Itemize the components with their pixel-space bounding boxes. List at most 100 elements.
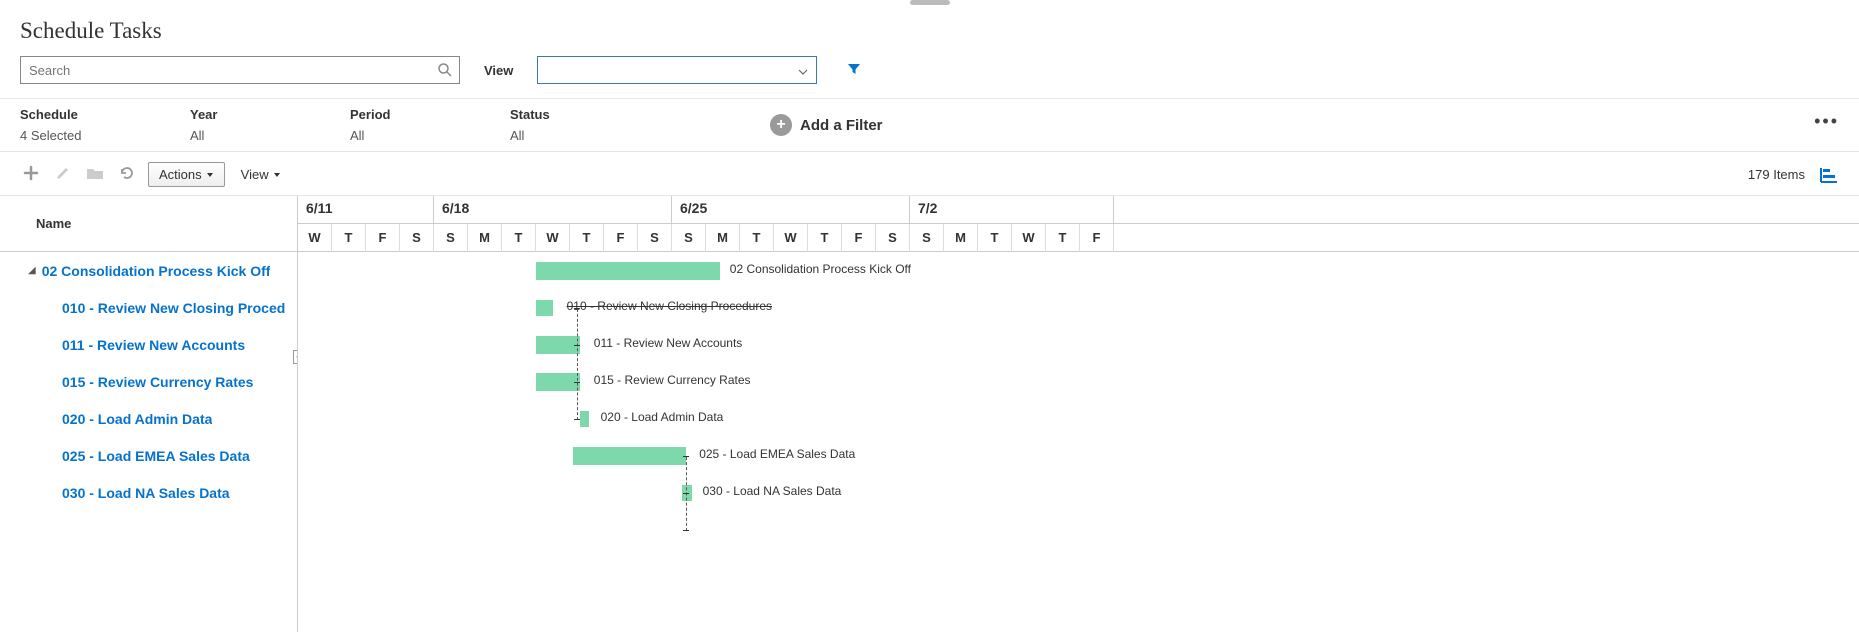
task-tree-row[interactable]: ◢ 02 Consolidation Process Kick Off — [0, 252, 297, 289]
task-link[interactable]: 011 - Review New Accounts — [62, 337, 245, 353]
filter-year-value: All — [190, 128, 310, 143]
week-header-cell: 6/18 — [434, 196, 672, 223]
gantt-row: 025 - Load EMEA Sales Data — [298, 437, 1859, 474]
task-link[interactable]: 020 - Load Admin Data — [62, 411, 212, 427]
gantt-row: 020 - Load Admin Data — [298, 400, 1859, 437]
gantt-panel: 6/116/186/257/2 WTFSSMTWTFSSMTWTFSSMTWTF… — [298, 196, 1859, 632]
view-menu-button[interactable]: View — [235, 163, 287, 186]
filter-schedule-label: Schedule — [20, 107, 150, 122]
more-menu-icon[interactable]: ••• — [1814, 111, 1839, 132]
view-select[interactable] — [537, 56, 817, 84]
day-header-cell: S — [910, 224, 944, 252]
day-header-cell: S — [434, 224, 468, 252]
dependency-tick — [683, 530, 689, 531]
filter-icon[interactable] — [847, 62, 861, 79]
refresh-icon[interactable] — [116, 165, 138, 184]
filter-schedule-value: 4 Selected — [20, 128, 150, 143]
day-header-cell: T — [570, 224, 604, 252]
items-count: 179 Items — [1748, 167, 1805, 182]
task-link[interactable]: 015 - Review Currency Rates — [62, 374, 253, 390]
dependency-line — [686, 457, 687, 531]
day-header-cell: T — [740, 224, 774, 252]
task-tree-panel: Name ◢ 02 Consolidation Process Kick Off 0… — [0, 196, 298, 632]
gantt-bar-label: 010 - Review New Closing Procedures — [567, 299, 772, 313]
add-filter-label: Add a Filter — [800, 117, 883, 134]
filter-schedule[interactable]: Schedule 4 Selected — [20, 107, 190, 143]
dependency-tick — [683, 493, 689, 494]
search-input[interactable] — [21, 57, 459, 83]
gantt-row: 02 Consolidation Process Kick Off — [298, 252, 1859, 289]
day-header-cell: F — [604, 224, 638, 252]
gantt-row: 030 - Load NA Sales Data — [298, 474, 1859, 511]
dependency-line — [577, 309, 578, 420]
task-tree-row[interactable]: 010 - Review New Closing Proced — [0, 289, 297, 326]
dependency-tick — [683, 456, 689, 457]
filter-period-label: Period — [350, 107, 470, 122]
page-title: Schedule Tasks — [20, 18, 1859, 44]
add-filter-button[interactable]: + Add a Filter — [770, 114, 883, 136]
filter-status-value: All — [510, 128, 610, 143]
task-tree-row[interactable]: 020 - Load Admin Data — [0, 400, 297, 437]
gantt-bar-label: 015 - Review Currency Rates — [594, 373, 751, 387]
day-header-cell: F — [842, 224, 876, 252]
gantt-bar[interactable] — [536, 262, 720, 280]
actions-menu-button[interactable]: Actions — [148, 162, 225, 187]
edit-icon[interactable] — [52, 165, 74, 184]
dependency-tick — [574, 419, 580, 420]
filter-status[interactable]: Status All — [510, 107, 650, 143]
view-label: View — [484, 63, 513, 78]
task-tree-row[interactable]: 011 - Review New Accounts — [0, 326, 297, 363]
day-header-cell: T — [808, 224, 842, 252]
caret-down-icon — [273, 167, 281, 182]
task-tree-row[interactable]: 030 - Load NA Sales Data — [0, 474, 297, 511]
day-header-cell: W — [774, 224, 808, 252]
filter-period[interactable]: Period All — [350, 107, 510, 143]
day-header-cell: S — [876, 224, 910, 252]
folder-icon[interactable] — [84, 166, 106, 183]
day-header-cell: S — [672, 224, 706, 252]
view-menu-label: View — [241, 167, 269, 182]
filter-period-value: All — [350, 128, 470, 143]
gantt-bar-label: 025 - Load EMEA Sales Data — [699, 447, 855, 461]
add-icon[interactable] — [20, 165, 42, 184]
task-link[interactable]: 025 - Load EMEA Sales Data — [62, 448, 250, 464]
day-header-cell: S — [638, 224, 672, 252]
day-header-cell: T — [332, 224, 366, 252]
search-field-wrap[interactable] — [20, 56, 460, 84]
week-header-cell: 7/2 — [910, 196, 1114, 223]
filters-bar: Schedule 4 Selected Year All Period All … — [0, 98, 1859, 152]
expand-icon[interactable]: ◢ — [28, 265, 36, 276]
dependency-tick — [574, 308, 580, 309]
day-header-cell: T — [978, 224, 1012, 252]
task-link[interactable]: 030 - Load NA Sales Data — [62, 485, 230, 501]
gantt-row: 011 - Review New Accounts — [298, 326, 1859, 363]
gantt-bar[interactable] — [580, 411, 589, 427]
day-header-cell: W — [298, 224, 332, 252]
gantt-bar[interactable] — [536, 300, 553, 316]
task-tree-row[interactable]: 015 - Review Currency Rates — [0, 363, 297, 400]
task-link[interactable]: 02 Consolidation Process Kick Off — [42, 263, 271, 279]
task-link[interactable]: 010 - Review New Closing Proced — [62, 300, 285, 316]
day-header-cell: F — [366, 224, 400, 252]
day-header-cell: M — [944, 224, 978, 252]
day-header-cell: M — [706, 224, 740, 252]
actions-label: Actions — [159, 167, 202, 182]
gantt-bar-label: 011 - Review New Accounts — [594, 336, 743, 350]
filter-year[interactable]: Year All — [190, 107, 350, 143]
week-header-cell: 6/25 — [672, 196, 910, 223]
drag-handle[interactable] — [910, 0, 950, 5]
gantt-view-icon[interactable] — [1819, 166, 1839, 184]
gantt-row: 010 - Review New Closing Procedures — [298, 289, 1859, 326]
gantt-bar-label: 020 - Load Admin Data — [601, 410, 724, 424]
chevron-down-icon — [798, 65, 808, 80]
gantt-row: 015 - Review Currency Rates — [298, 363, 1859, 400]
task-tree-row[interactable]: 025 - Load EMEA Sales Data — [0, 437, 297, 474]
week-header-cell: 6/11 — [298, 196, 434, 223]
day-header-cell: S — [400, 224, 434, 252]
tree-header-name[interactable]: Name — [0, 196, 297, 252]
day-header-cell: W — [1012, 224, 1046, 252]
gantt-bar[interactable] — [573, 447, 685, 465]
search-icon[interactable] — [437, 62, 453, 81]
dependency-tick — [574, 382, 580, 383]
day-header-cell: W — [536, 224, 570, 252]
